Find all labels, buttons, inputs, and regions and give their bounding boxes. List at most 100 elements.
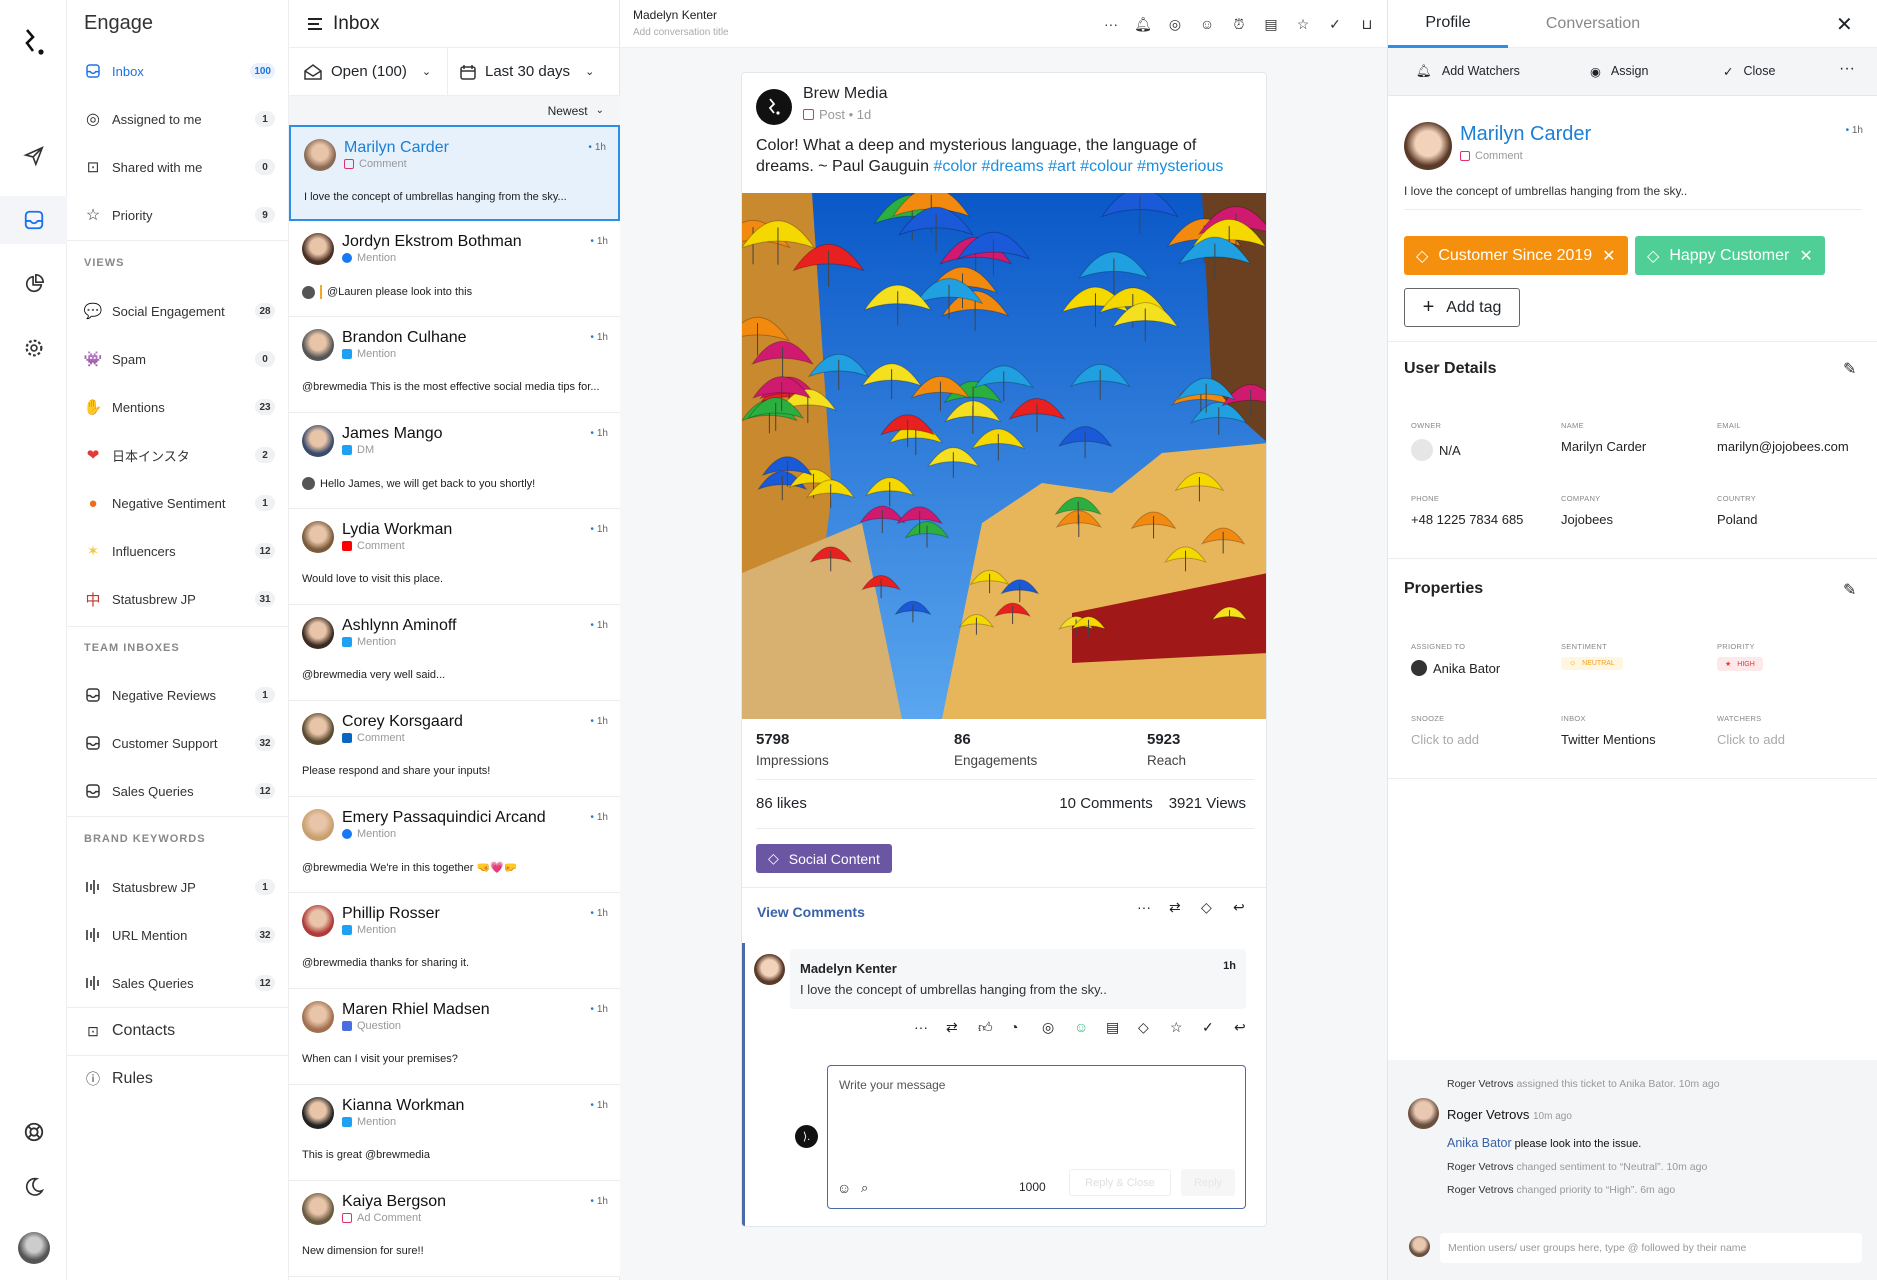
sidebar-item-negative-reviews[interactable]: Negative Reviews 1 (67, 675, 289, 715)
sidebar-item-mentions[interactable]: ✋ Mentions 23 (67, 387, 289, 427)
tag-icon[interactable]: ◇ (1138, 1019, 1149, 1036)
snooze-icon[interactable]: ◔ (1010, 1019, 1018, 1035)
menu-icon[interactable] (307, 17, 323, 31)
star-icon[interactable]: ☆ (1170, 1019, 1183, 1036)
conversation-list-item[interactable]: Ashlynn Aminoff Mention 1h @brewmedia ve… (289, 605, 620, 701)
check-icon[interactable]: ✓ (1325, 14, 1345, 34)
clipboard-icon[interactable]: ▤ (1106, 1019, 1119, 1036)
property-value[interactable]: ★ HIGH (1717, 657, 1763, 671)
conversation-list-item[interactable]: Emery Passaquindici Arcand Mention 1h @b… (289, 797, 620, 893)
translate-icon[interactable]: ⇄ (1169, 899, 1181, 916)
user-circle-icon[interactable]: ◎ (1165, 14, 1185, 34)
date-filter-dropdown[interactable]: Last 30 days ⌄ (447, 47, 594, 96)
remove-tag-icon[interactable]: ✕ (1799, 246, 1812, 266)
saved-replies-icon[interactable]: ⌕ (861, 1180, 868, 1196)
mention-link[interactable]: Anika Bator (1447, 1136, 1512, 1150)
sidebar-item-statusbrew-jp[interactable]: 中 Statusbrew JP 31 (67, 579, 289, 619)
add-tag-button[interactable]: + Add tag (1404, 288, 1520, 327)
property-value[interactable]: ☺ NEUTRAL (1561, 657, 1623, 670)
bell-icon[interactable]: 🔔︎ (1133, 14, 1153, 34)
like-icon[interactable]: 👍︎ (978, 1019, 993, 1036)
reply-icon[interactable]: ↩ (1234, 1019, 1246, 1036)
sidebar-item-social-engagement[interactable]: 💬 Social Engagement 28 (67, 291, 289, 331)
post-hashtags[interactable]: #color #dreams #art #colour #mysterious (933, 158, 1223, 175)
inbox-icon[interactable]: ⊔ (1357, 14, 1377, 34)
profile-tag[interactable]: ◇ Happy Customer ✕ (1635, 236, 1825, 275)
conversation-list-item[interactable]: Phillip Rosser Mention 1h @brewmedia tha… (289, 893, 620, 989)
reply-icon[interactable]: ↩ (1233, 899, 1245, 916)
star-icon[interactable]: ☆ (1293, 14, 1313, 34)
conversation-title-input[interactable]: Add conversation title (633, 27, 729, 38)
post-image[interactable] (742, 193, 1267, 719)
sentiment-icon[interactable]: ☺ (1074, 1019, 1088, 1035)
more-icon[interactable]: ··· (1101, 14, 1121, 34)
social-content-tag[interactable]: ◇ Social Content (756, 844, 892, 873)
more-icon[interactable]: ··· (914, 1019, 928, 1035)
status-filter-dropdown[interactable]: Open (100) ⌄ (289, 63, 447, 80)
reply-close-button[interactable]: Reply & Close (1069, 1169, 1171, 1196)
reports-icon[interactable] (0, 260, 67, 308)
close-conversation-button[interactable]: ✓ Close (1723, 64, 1775, 79)
sidebar-item-negative-sentiment[interactable]: ● Negative Sentiment 1 (67, 483, 289, 523)
sidebar-item-jp-insta[interactable]: ❤ 日本インスタ 2 (67, 435, 289, 475)
property-value[interactable]: Click to add (1717, 732, 1785, 747)
assign-button[interactable]: ◉ Assign (1590, 64, 1648, 79)
sidebar-item-spam[interactable]: 👾 Spam 0 (67, 339, 289, 379)
conversation-list-item[interactable]: Kaiya Bergson Ad Comment 1h New dimensio… (289, 1181, 620, 1277)
translate-icon[interactable]: ⇄ (946, 1019, 958, 1036)
more-icon[interactable]: ··· (1839, 60, 1855, 78)
inbox-icon[interactable] (0, 196, 67, 244)
tag-icon[interactable]: ◇ (1201, 899, 1212, 916)
conversation-list-item[interactable]: James Mango DM 1h Hello James, we will g… (289, 413, 620, 509)
remove-tag-icon[interactable]: ✕ (1602, 246, 1615, 266)
add-watchers-button[interactable]: 🔔︎ Add Watchers (1416, 64, 1520, 79)
view-comments-link[interactable]: View Comments (757, 904, 865, 920)
sidebar-item-priority[interactable]: ☆ Priority 9 (67, 195, 289, 235)
property-value[interactable]: Anika Bator (1411, 660, 1500, 676)
logo-icon[interactable] (0, 18, 67, 66)
reply-box[interactable]: Write your message ☺ ⌕ 1000 Reply & Clos… (827, 1065, 1246, 1209)
conversation-list-item[interactable]: Marilyn Carder Comment 1h I love the con… (289, 125, 620, 221)
close-icon[interactable]: ✕ (1836, 12, 1853, 37)
sidebar-item-influencers[interactable]: ✶ Influencers 12 (67, 531, 289, 571)
reply-button[interactable]: Reply (1181, 1169, 1235, 1196)
property-value[interactable]: Twitter Mentions (1561, 732, 1656, 747)
edit-properties-icon[interactable]: ✎ (1843, 580, 1856, 600)
profile-name[interactable]: Marilyn Carder (1460, 123, 1591, 146)
tab-conversation[interactable]: Conversation (1508, 0, 1678, 48)
clipboard-icon[interactable]: ▤ (1261, 14, 1281, 34)
sidebar-item-shared-with-me[interactable]: ⊡ Shared with me 0 (67, 147, 289, 187)
neutral-face-icon[interactable]: ☺ (1197, 14, 1217, 34)
emoji-icon[interactable]: ☺ (837, 1180, 851, 1196)
sidebar-item-sales-queries[interactable]: Sales Queries 12 (67, 771, 289, 811)
alarm-icon[interactable]: ⏰︎ (1229, 14, 1249, 34)
sidebar-item-customer-support[interactable]: Customer Support 32 (67, 723, 289, 763)
sort-dropdown[interactable]: Newest ⌄ (289, 96, 620, 125)
conversation-list-item[interactable]: Brandon Culhane Mention 1h @brewmedia Th… (289, 317, 620, 413)
conversation-list-item[interactable]: Jordyn Ekstrom Bothman Mention 1h @Laure… (289, 221, 620, 317)
sidebar-item-kw-url-mention[interactable]: URL Mention 32 (67, 915, 289, 955)
sidebar-item-kw-statusbrew-jp[interactable]: Statusbrew JP 1 (67, 867, 289, 907)
edit-user-details-icon[interactable]: ✎ (1843, 359, 1856, 379)
assign-icon[interactable]: ◎ (1042, 1019, 1054, 1036)
reply-input[interactable]: Write your message (839, 1078, 945, 1092)
conversation-list-item[interactable]: Kianna Workman Mention 1h This is great … (289, 1085, 620, 1181)
sidebar-item-contacts[interactable]: ⊡ Contacts (67, 1011, 289, 1051)
help-icon[interactable] (0, 1108, 67, 1156)
property-value[interactable]: Click to add (1411, 732, 1479, 747)
sidebar-item-kw-sales-queries[interactable]: Sales Queries 12 (67, 963, 289, 1003)
user-avatar[interactable] (0, 1224, 67, 1272)
more-icon[interactable]: ··· (1137, 899, 1151, 915)
sidebar-item-assigned-to-me[interactable]: ◎ Assigned to me 1 (67, 99, 289, 139)
internal-note-input[interactable]: Mention users/ user groups here, type @ … (1440, 1233, 1862, 1263)
conversation-list-item[interactable]: Maren Rhiel Madsen Question 1h When can … (289, 989, 620, 1085)
conversation-list-item[interactable]: Lydia Workman Comment 1h Would love to v… (289, 509, 620, 605)
sidebar-item-inbox[interactable]: Inbox 100 (67, 51, 289, 91)
send-icon[interactable] (0, 132, 67, 180)
settings-icon[interactable] (0, 324, 67, 372)
profile-tag[interactable]: ◇ Customer Since 2019 ✕ (1404, 236, 1628, 275)
dark-mode-icon[interactable] (0, 1163, 67, 1211)
check-icon[interactable]: ✓ (1202, 1019, 1214, 1036)
sidebar-item-rules[interactable]: ⓘ Rules (67, 1059, 289, 1099)
conversation-list-item[interactable]: Corey Korsgaard Comment 1h Please respon… (289, 701, 620, 797)
